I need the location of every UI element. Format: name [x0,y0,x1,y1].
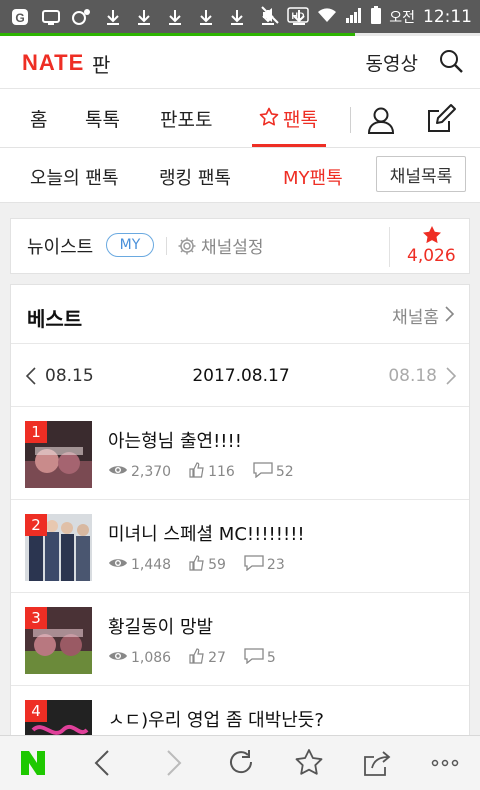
rank-badge: 1 [25,421,47,443]
post-title[interactable]: 미녀니 스페셜 MC!!!!!!!! [108,520,305,546]
list-item[interactable]: 1 아는형님 출연!!!! 2,370 116 52 [11,407,469,500]
active-tab-indicator [252,144,326,147]
channel-home-link[interactable]: 채널홈 [392,303,439,328]
card-divider [389,227,390,267]
share-icon[interactable] [362,748,392,778]
download-icon [165,7,185,27]
post-stats: 2,370 116 52 [108,462,312,482]
comment-count: 52 [275,464,294,480]
chevron-right-icon[interactable] [445,366,457,386]
tab-toktok[interactable]: 톡톡 [85,105,120,132]
post-title[interactable]: 황길동이 망발 [108,613,213,639]
view-count: 2,370 [131,464,172,480]
post-title[interactable]: 아는형님 출연!!!! [108,427,242,453]
video-link[interactable]: 동영상 [366,49,418,76]
hd-icon: HD [287,6,309,27]
best-title: 베스트 [27,307,83,331]
status-time: 12:11 [423,6,472,27]
download-icon [134,7,154,27]
back-icon[interactable] [88,748,118,778]
forward-icon[interactable] [158,748,188,778]
svg-text:HD: HD [292,11,305,21]
eye-icon [108,463,131,481]
monitor-icon [41,7,61,27]
browser-bottom-bar [0,735,480,790]
svg-text:G: G [15,11,24,25]
my-badge: MY [106,233,154,257]
status-ampm: 오전 [389,9,415,26]
tab-fantalk[interactable]: 팬톡 [283,105,318,132]
channel-separator [166,237,167,255]
tab-divider [350,107,351,133]
gear-icon[interactable] [177,236,197,256]
like-count: 27 [208,650,226,666]
download-icon [103,7,123,27]
post-stats: 1,086 27 5 [108,648,294,668]
thumbs-up-icon [189,462,208,482]
wifi-icon [317,7,337,27]
site-header: NATE 판 동영상 [0,36,480,89]
tab-home[interactable]: 홈 [30,105,47,132]
camera-icon [72,7,92,27]
view-count: 1,448 [131,557,172,573]
chevron-right-icon[interactable] [443,305,457,323]
eye-icon [108,556,131,574]
list-item[interactable]: 3 황길동이 망발 1,086 27 5 [11,593,469,686]
like-count: 59 [208,557,226,573]
thumbs-up-icon [189,648,208,668]
thumbs-up-icon [189,555,208,575]
star-icon[interactable] [422,225,442,245]
list-item[interactable]: 2 미녀니 스페셜 MC!!!!!!!! 1,448 59 23 [11,500,469,593]
search-icon[interactable] [438,48,464,74]
subtab-today-fantalk[interactable]: 오늘의 팬톡 [30,164,119,190]
g-icon: G [10,7,30,27]
signal-icon [345,7,363,27]
comment-count: 5 [266,650,276,666]
like-count: 116 [208,464,235,480]
comment-icon [253,462,276,482]
rank-badge: 4 [25,700,47,722]
view-count: 1,086 [131,650,172,666]
post-stats: 1,448 59 23 [108,555,303,575]
download-icon [227,7,247,27]
channel-list-button[interactable]: 채널목록 [376,156,466,192]
mute-icon [261,5,279,28]
download-icon [196,7,216,27]
nate-logo[interactable]: NATE [22,50,84,76]
star-outline-icon [259,107,279,131]
channel-settings-link[interactable]: 채널설정 [201,233,264,258]
write-icon[interactable] [425,103,457,135]
post-title[interactable]: ㅅㄷ)우리 영업 좀 대박난듯? [108,706,324,732]
section-title[interactable]: 판 [92,49,110,78]
naver-n-icon[interactable] [18,748,48,778]
next-date[interactable]: 08.18 [388,366,437,386]
comment-count: 23 [266,557,285,573]
user-icon[interactable] [366,105,396,135]
sub-tabs: 오늘의 팬톡 랭킹 팬톡 MY팬톡 채널목록 [0,148,480,203]
battery-icon [371,5,382,28]
date-navigation: 08.15 2017.08.17 08.18 [11,343,469,407]
rank-badge: 2 [25,514,47,536]
bookmark-star-icon[interactable] [294,748,324,778]
subtab-my-fantalk[interactable]: MY팬톡 [283,164,343,190]
main-tabs: 홈 톡톡 판포토 팬톡 [0,89,480,148]
tab-panphoto[interactable]: 판포토 [160,105,212,132]
subtab-ranking-fantalk[interactable]: 랭킹 팬톡 [159,164,231,190]
best-panel: 베스트 채널홈 08.15 2017.08.17 08.18 1 아는형님 출연… [10,284,470,744]
refresh-icon[interactable] [226,748,256,778]
channel-name[interactable]: 뉴이스트 [27,233,93,259]
more-icon[interactable] [430,748,460,778]
comment-icon [244,648,267,668]
eye-icon [108,649,131,667]
comment-icon [244,555,267,575]
rank-badge: 3 [25,607,47,629]
status-bar: G HD 오전 12:11 [0,0,480,33]
star-count: 4,026 [407,246,456,266]
channel-card: 뉴이스트 MY 채널설정 4,026 [10,218,470,274]
